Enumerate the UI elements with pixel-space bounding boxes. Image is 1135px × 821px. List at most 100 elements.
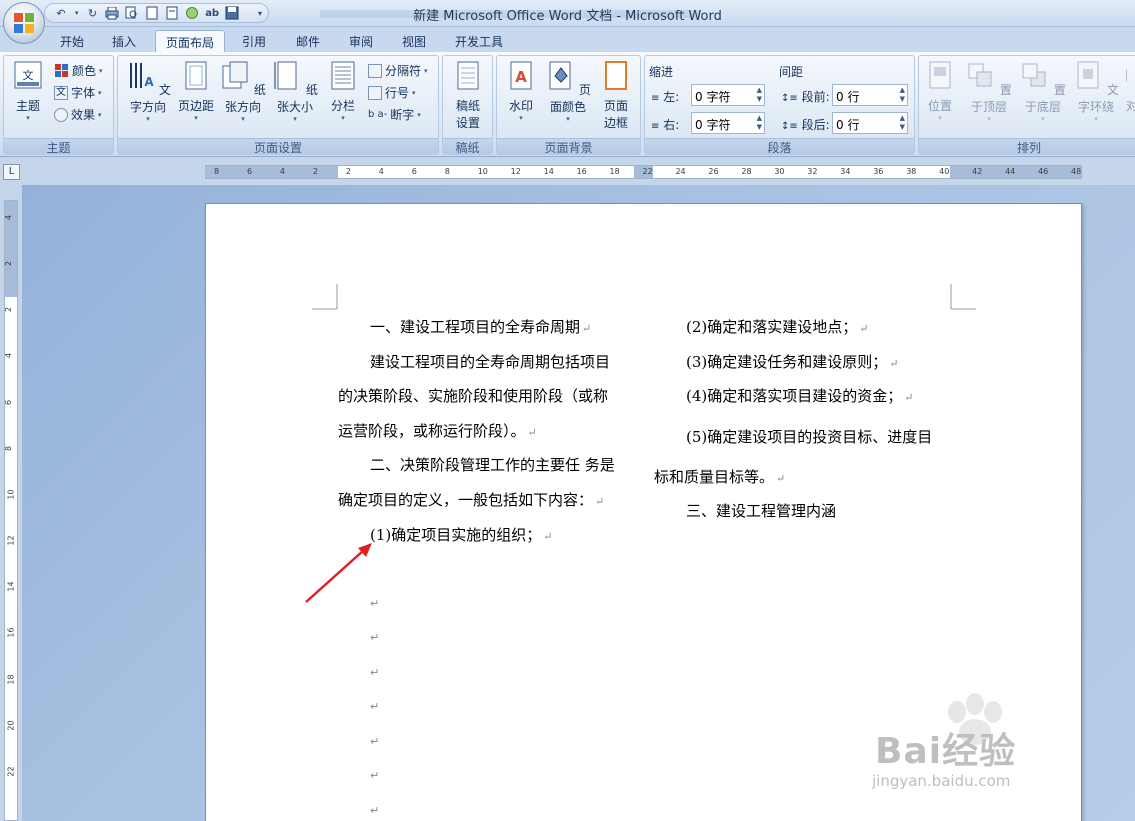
empty-paragraph[interactable]: ↵	[370, 804, 379, 817]
margins-button[interactable]: 页边距 ▾	[175, 60, 217, 122]
line-numbers-button[interactable]: 行号 ▾	[368, 84, 416, 101]
size-button[interactable]: 纸张大小 ▾	[270, 60, 320, 123]
tab-page-layout[interactable]: 页面布局	[155, 30, 225, 52]
themes-group-label: 主题	[4, 138, 113, 155]
empty-paragraph[interactable]: ↵	[370, 769, 379, 782]
tab-developer[interactable]: 开发工具	[447, 30, 511, 52]
themes-button[interactable]: 文 主题 ▾	[8, 60, 48, 122]
right-col-line-2[interactable]: (3)确定建设任务和建设原则； ↵	[686, 351, 898, 372]
send-to-back-button[interactable]: 置于底层 ▾	[1017, 60, 1069, 123]
horizontal-ruler[interactable]: 8 6 4 2 2 4 6 8 10 12 14 16 18 22 24 26 28 30 32 34 36 38 40 42…	[205, 165, 1082, 179]
tab-selector[interactable]: L	[3, 164, 20, 180]
print-preview-icon[interactable]	[124, 5, 140, 21]
tab-view[interactable]: 视图	[392, 30, 436, 52]
left-col-line-2[interactable]: 建设工程项目的全寿命周期包括项目	[370, 351, 610, 372]
right-col-line-5[interactable]: 标和质量目标等。 ↵	[654, 466, 785, 487]
theme-effects-label: 效果	[71, 108, 96, 122]
text-wrap-button[interactable]: 文字环绕 ▾	[1070, 60, 1122, 123]
print-icon[interactable]	[104, 5, 120, 21]
theme-colors-button[interactable]: 颜色 ▾	[54, 62, 103, 79]
tab-home[interactable]: 开始	[50, 30, 94, 52]
left-col-line-3[interactable]: 的决策阶段、实施阶段和使用阶段（或称	[338, 385, 608, 406]
ruler-tick-label: 2	[345, 167, 351, 176]
empty-paragraph[interactable]: ↵	[370, 700, 379, 713]
redo-icon[interactable]: ↻	[84, 5, 100, 21]
right-col-line-3[interactable]: (4)确定和落实项目建设的资金； ↵	[686, 385, 913, 406]
tab-references[interactable]: 引用	[232, 30, 276, 52]
ruler-tick-label: 36	[873, 167, 884, 176]
spinner-arrows-icon[interactable]: ▲ ▼	[900, 86, 905, 104]
customize-icon[interactable]: ▾	[252, 5, 268, 21]
dropdown-icon[interactable]: ▾	[73, 5, 81, 21]
indent-right-spinner[interactable]: 0 字符 ▲ ▼	[691, 112, 765, 134]
vruler-tick-label: 16	[6, 627, 16, 638]
vertical-ruler[interactable]: 4 2 2 4 6 8 10 12 14 16 18 20 22	[4, 200, 18, 821]
save-icon[interactable]	[224, 5, 240, 21]
draft-paper-icon	[457, 61, 479, 90]
breaks-button[interactable]: 分隔符 ▾	[368, 62, 428, 79]
empty-paragraph[interactable]: ↵	[370, 666, 379, 679]
dropdown-arrow-icon: ▾	[146, 115, 150, 123]
columns-button[interactable]: 分栏 ▾	[323, 60, 363, 122]
arrange-group: 位置 ▾ 置于顶层 ▾ 置于底层 ▾ 文字环绕 ▾ 对 排列	[918, 55, 1135, 155]
ruler-tick-label: 4	[279, 167, 286, 176]
spacing-after-spinner[interactable]: 0 行 ▲ ▼	[832, 112, 908, 134]
right-col-line-6[interactable]: 三、建设工程管理内涵	[686, 500, 836, 521]
bring-to-front-button[interactable]: 置于顶层 ▾	[963, 60, 1015, 123]
text-direction-button[interactable]: A 文字方向 ▾	[122, 60, 174, 123]
ruler-tick-label: 12	[510, 167, 521, 176]
spacing-before-spinner[interactable]: 0 行 ▲ ▼	[832, 84, 908, 106]
right-col-line-4[interactable]: (5)确定建设项目的投资目标、进度目	[686, 426, 932, 447]
new-doc-icon[interactable]	[144, 5, 160, 21]
page-borders-button[interactable]: 页面 边框	[597, 60, 635, 131]
paint-bucket-icon	[549, 61, 571, 90]
spinner-arrows-icon[interactable]: ▲ ▼	[757, 114, 762, 132]
indent-right-icon: ≡	[651, 121, 660, 132]
left-col-line-7[interactable]: (1)确定项目实施的组织； ↵	[370, 524, 552, 545]
right-col-line-1[interactable]: (2)确定和落实建设地点； ↵	[686, 316, 868, 337]
spell-check-icon[interactable]: ab	[204, 5, 220, 21]
circle-icon[interactable]	[184, 5, 200, 21]
left-col-line-1[interactable]: 一、建设工程项目的全寿命周期 ↵	[370, 316, 591, 337]
ribbon-tabs: 开始 插入 页面布局 引用 邮件 审阅 视图 开发工具	[0, 27, 1135, 52]
page-color-button[interactable]: 页面颜色 ▾	[541, 60, 595, 123]
open-icon[interactable]	[164, 5, 180, 21]
themes-group: 文 主题 ▾ 颜色 ▾ 文 字体 ▾ 效果 ▾ 主题	[3, 55, 114, 155]
spinner-arrows-icon[interactable]: ▲ ▼	[757, 86, 762, 104]
dropdown-arrow-icon: ▾	[938, 114, 942, 122]
line-numbers-icon	[368, 85, 382, 100]
left-col-line-5[interactable]: 二、决策阶段管理工作的主要任 务是	[370, 454, 615, 475]
margins-icon	[185, 61, 207, 90]
office-button[interactable]	[3, 2, 45, 44]
orientation-button[interactable]: 纸张方向 ▾	[218, 60, 268, 123]
left-col-line-4[interactable]: 运营阶段，或称运行阶段）。 ↵	[338, 420, 537, 441]
align-button[interactable]: 对	[1125, 60, 1135, 114]
spinner-arrows-icon[interactable]: ▲ ▼	[900, 114, 905, 132]
ruler-tick-label: 2	[312, 167, 318, 176]
left-col-line-6[interactable]: 确定项目的定义，一般包括如下内容： ↵	[338, 489, 604, 510]
vruler-tick-label: 4	[4, 353, 14, 359]
tab-insert[interactable]: 插入	[102, 30, 146, 52]
ruler-tick-label: 8	[444, 167, 450, 176]
indent-left-spinner[interactable]: 0 字符 ▲ ▼	[691, 84, 765, 106]
tab-mailings[interactable]: 邮件	[286, 30, 330, 52]
ruler-tick-label: 42	[972, 167, 983, 176]
ruler-tick-label: 6	[411, 167, 417, 176]
draft-setup-label-1: 稿纸	[455, 99, 480, 113]
empty-paragraph[interactable]: ↵	[370, 631, 379, 644]
empty-paragraph[interactable]: ↵	[370, 735, 379, 748]
undo-icon[interactable]: ↶	[53, 5, 69, 21]
position-button[interactable]: 位置 ▾	[923, 60, 957, 122]
page-borders-icon	[605, 61, 627, 90]
theme-effects-button[interactable]: 效果 ▾	[54, 106, 102, 123]
paper-size-icon	[274, 61, 297, 90]
draft-setup-button[interactable]: 稿纸 设置	[447, 60, 489, 131]
watermark-button[interactable]: A 水印 ▾	[501, 60, 541, 122]
hyphenation-button[interactable]: b a- 断字 ▾	[368, 106, 421, 123]
ruler-tick-label: 22	[642, 167, 653, 176]
theme-fonts-label: 字体	[71, 86, 96, 100]
tab-review[interactable]: 审阅	[339, 30, 383, 52]
vruler-tick-label: 2	[4, 307, 14, 313]
theme-fonts-button[interactable]: 文 字体 ▾	[54, 84, 102, 101]
indent-left-label: ≡ 左:	[651, 90, 680, 104]
